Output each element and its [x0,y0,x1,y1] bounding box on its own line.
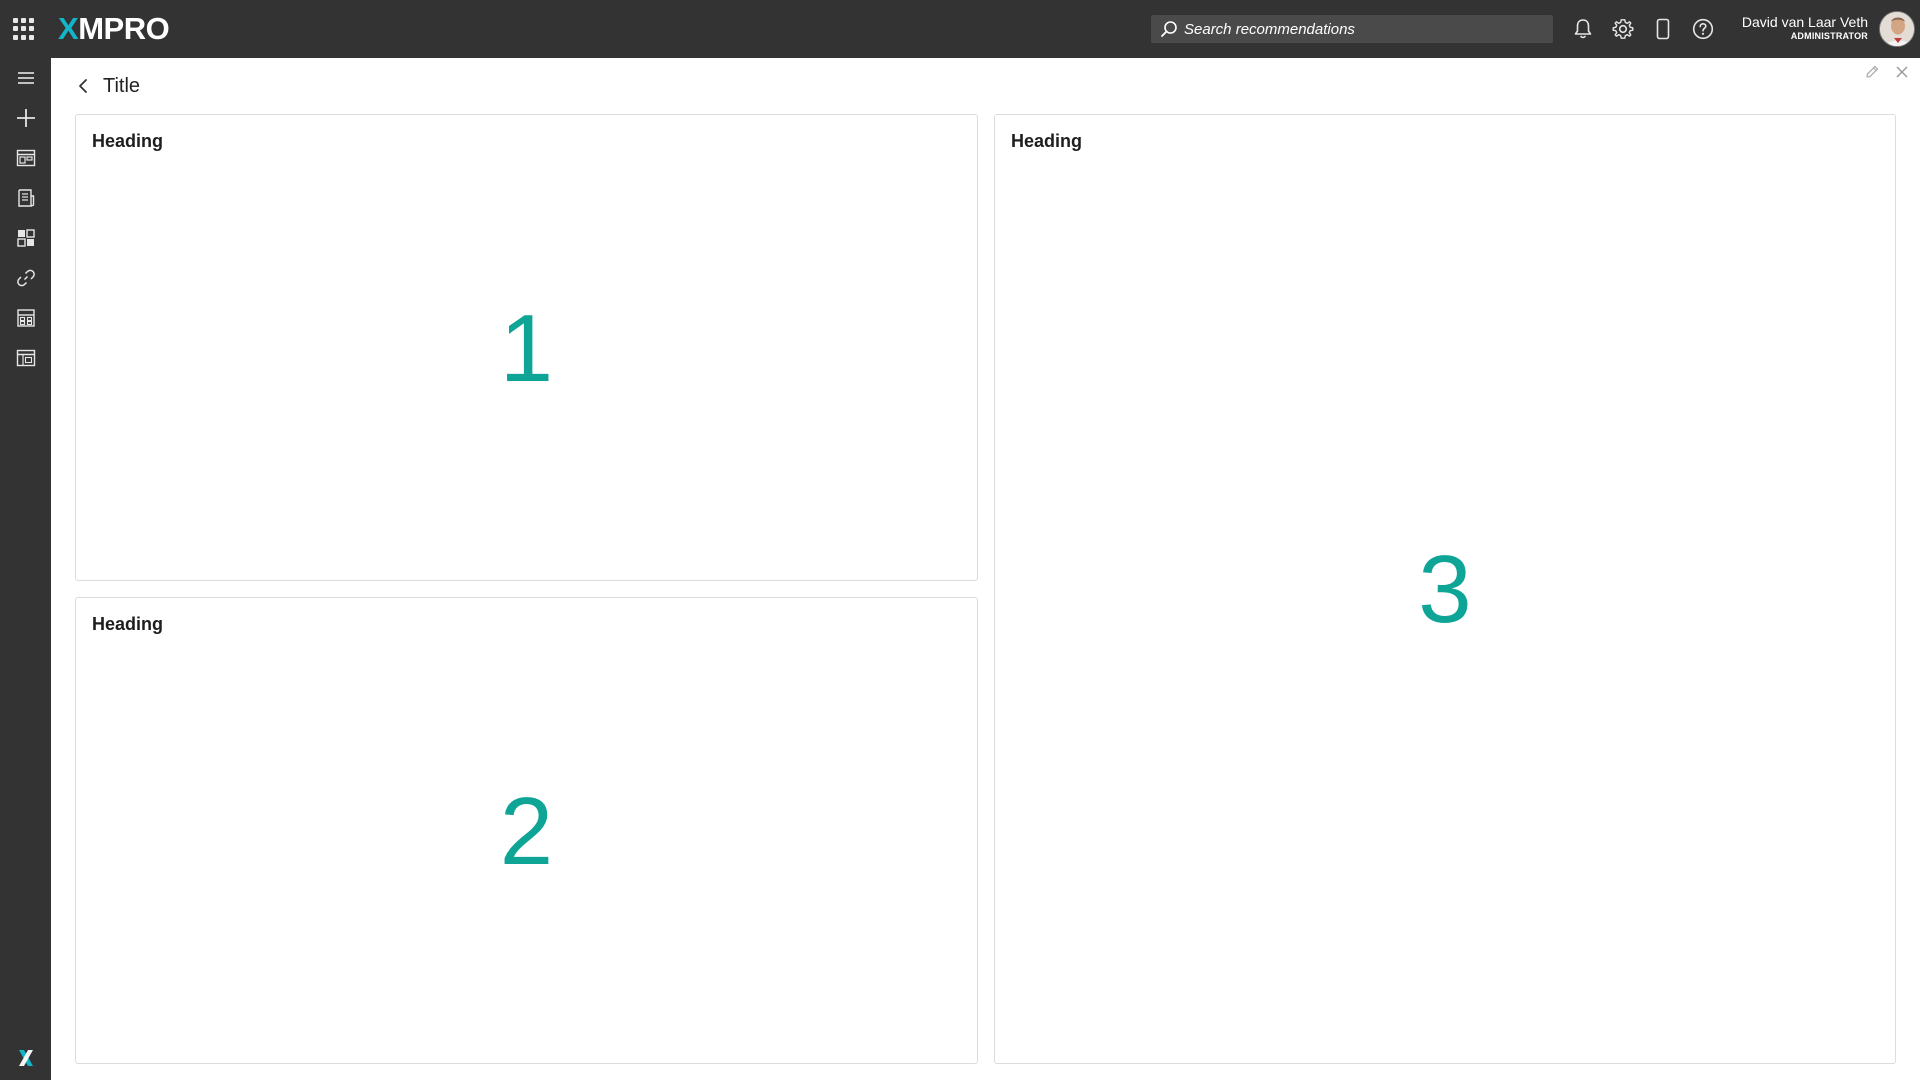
xmpro-mark-icon[interactable] [0,1038,51,1078]
blocks-icon[interactable] [0,218,51,258]
top-bar: XMPRO David van Laar Veth ADMIN [0,0,1920,58]
user-info[interactable]: David van Laar Veth ADMINISTRATOR [1742,14,1868,42]
card-number: 3 [1418,536,1472,643]
menu-icon[interactable] [0,58,51,98]
search-icon [1161,21,1177,37]
search-input[interactable] [1184,20,1544,38]
xmpro-logo[interactable]: XMPRO [58,12,170,46]
mobile-icon[interactable] [1650,16,1676,42]
card-heading: Heading [1011,131,1083,151]
card-number: 1 [499,295,554,402]
link-icon[interactable] [0,258,51,298]
add-icon[interactable] [0,98,51,138]
app-designer-icon[interactable] [0,138,51,178]
back-chevron-icon[interactable] [77,77,89,95]
card-heading: Heading [92,614,164,634]
search-box[interactable] [1151,15,1553,43]
user-name: David van Laar Veth [1741,14,1868,30]
help-icon[interactable] [1690,16,1716,42]
table-icon[interactable] [0,338,51,378]
calculator-icon[interactable] [0,298,51,338]
close-icon[interactable] [1894,64,1910,80]
card-number: 2 [499,778,554,885]
gear-icon[interactable] [1610,16,1636,42]
page-tools [1864,64,1910,80]
card-2: Heading 2 [75,597,978,1064]
apps-grid-icon[interactable] [13,18,35,40]
bell-icon[interactable] [1570,16,1596,42]
page-title: Title [103,74,141,97]
avatar[interactable] [1879,11,1915,47]
card-3: Heading 3 [994,114,1896,1064]
page-header: Title [77,72,140,100]
edit-pencil-icon[interactable] [1864,64,1880,80]
user-role: ADMINISTRATOR [1790,31,1868,41]
sidebar [0,58,51,1080]
reports-icon[interactable] [0,178,51,218]
card-1: Heading 1 [75,114,978,581]
card-heading: Heading [92,131,164,151]
